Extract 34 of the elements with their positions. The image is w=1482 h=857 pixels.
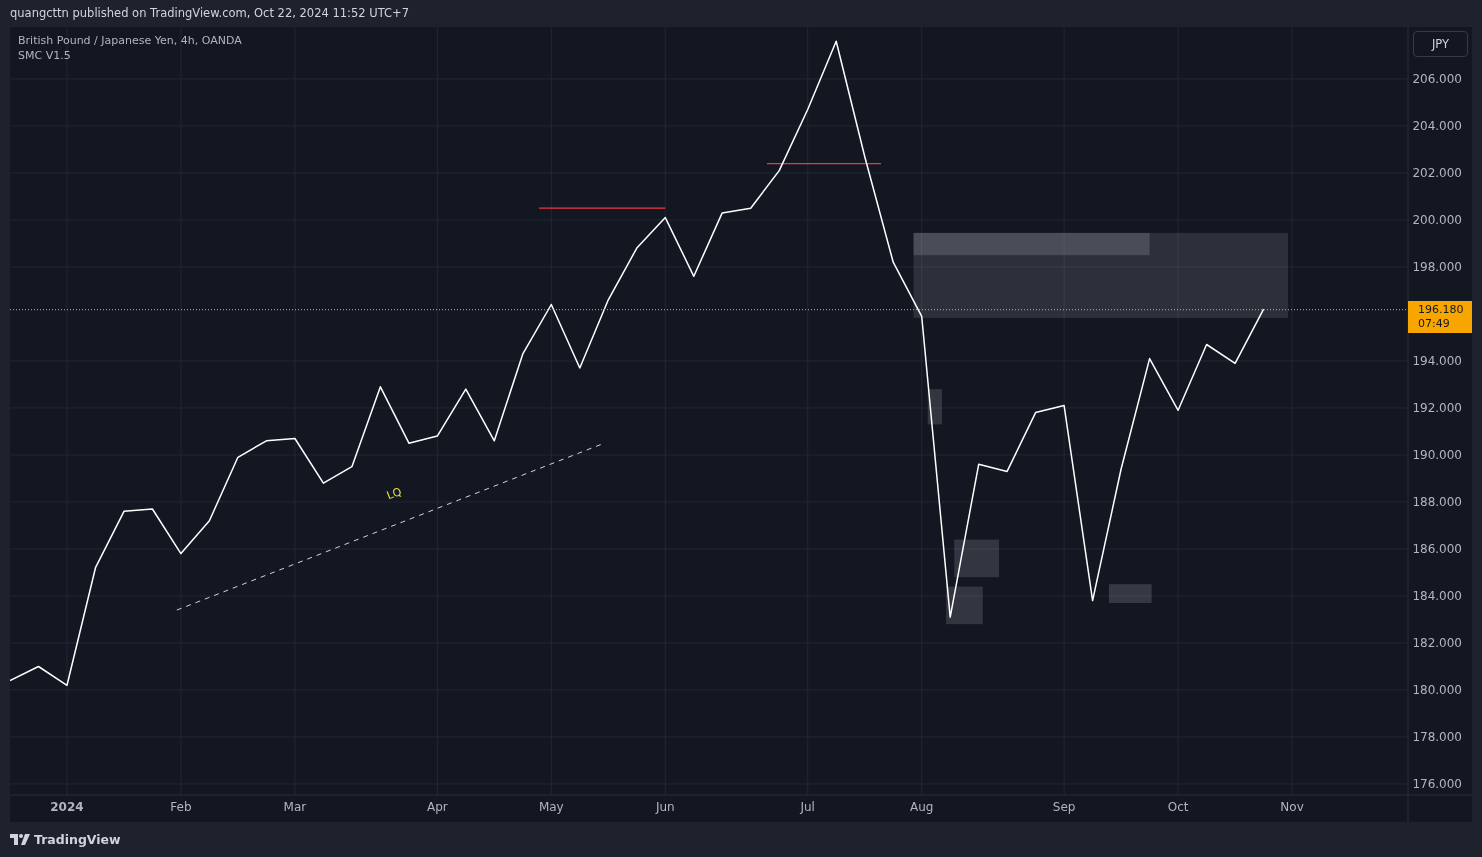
publish-info: quangcttn published on TradingView.com, Oct 22, 2024 11:52 UTC+7 — [9, 5, 410, 22]
price-axis-label: 206.000 — [1412, 71, 1462, 86]
time-axis-label: Feb — [170, 800, 192, 814]
chart-annotation: LQ — [384, 484, 404, 503]
price-axis-label: 200.000 — [1412, 212, 1462, 227]
price-axis-label: 188.000 — [1412, 494, 1462, 509]
logo-icon — [10, 834, 30, 845]
price-axis-label: 190.000 — [1412, 447, 1462, 462]
time-axis-label: May — [538, 800, 564, 814]
price-axis-label: 180.000 — [1412, 682, 1462, 697]
indicator-name: SMC V1.5 — [18, 49, 72, 62]
price-axis-label: 178.000 — [1412, 729, 1462, 744]
time-axis-label: Jun — [655, 800, 675, 814]
brand-name: TradingView — [34, 832, 121, 847]
time-axis-label: 2024 — [50, 800, 84, 814]
time-axis-label: Oct — [1167, 800, 1189, 814]
price-axis-label: 186.000 — [1412, 541, 1462, 556]
time-axis-label: Jul — [800, 800, 815, 814]
time-axis-label: Sep — [1052, 800, 1076, 814]
symbol-title: British Pound / Japanese Yen, 4h, OANDA — [18, 34, 242, 47]
time-axis-label: Nov — [1280, 800, 1304, 814]
last-price-label: 196.180 07:49 — [1408, 300, 1472, 333]
price-axis-label: 184.000 — [1412, 588, 1462, 603]
price-axis-label: 204.000 — [1412, 118, 1462, 133]
time-axis-label: Apr — [426, 800, 448, 814]
time-axis-label: Mar — [283, 800, 307, 814]
currency-button[interactable]: JPY — [1413, 31, 1468, 57]
price-axis-label: 198.000 — [1412, 259, 1462, 274]
time-axis-label: Aug — [909, 800, 934, 814]
price-axis-label: 192.000 — [1412, 400, 1462, 415]
price-axis-label: 194.000 — [1412, 353, 1462, 368]
price-axis-label: 182.000 — [1412, 635, 1462, 650]
price-axis-label: 176.000 — [1412, 776, 1462, 791]
price-axis-label: 202.000 — [1412, 165, 1462, 180]
